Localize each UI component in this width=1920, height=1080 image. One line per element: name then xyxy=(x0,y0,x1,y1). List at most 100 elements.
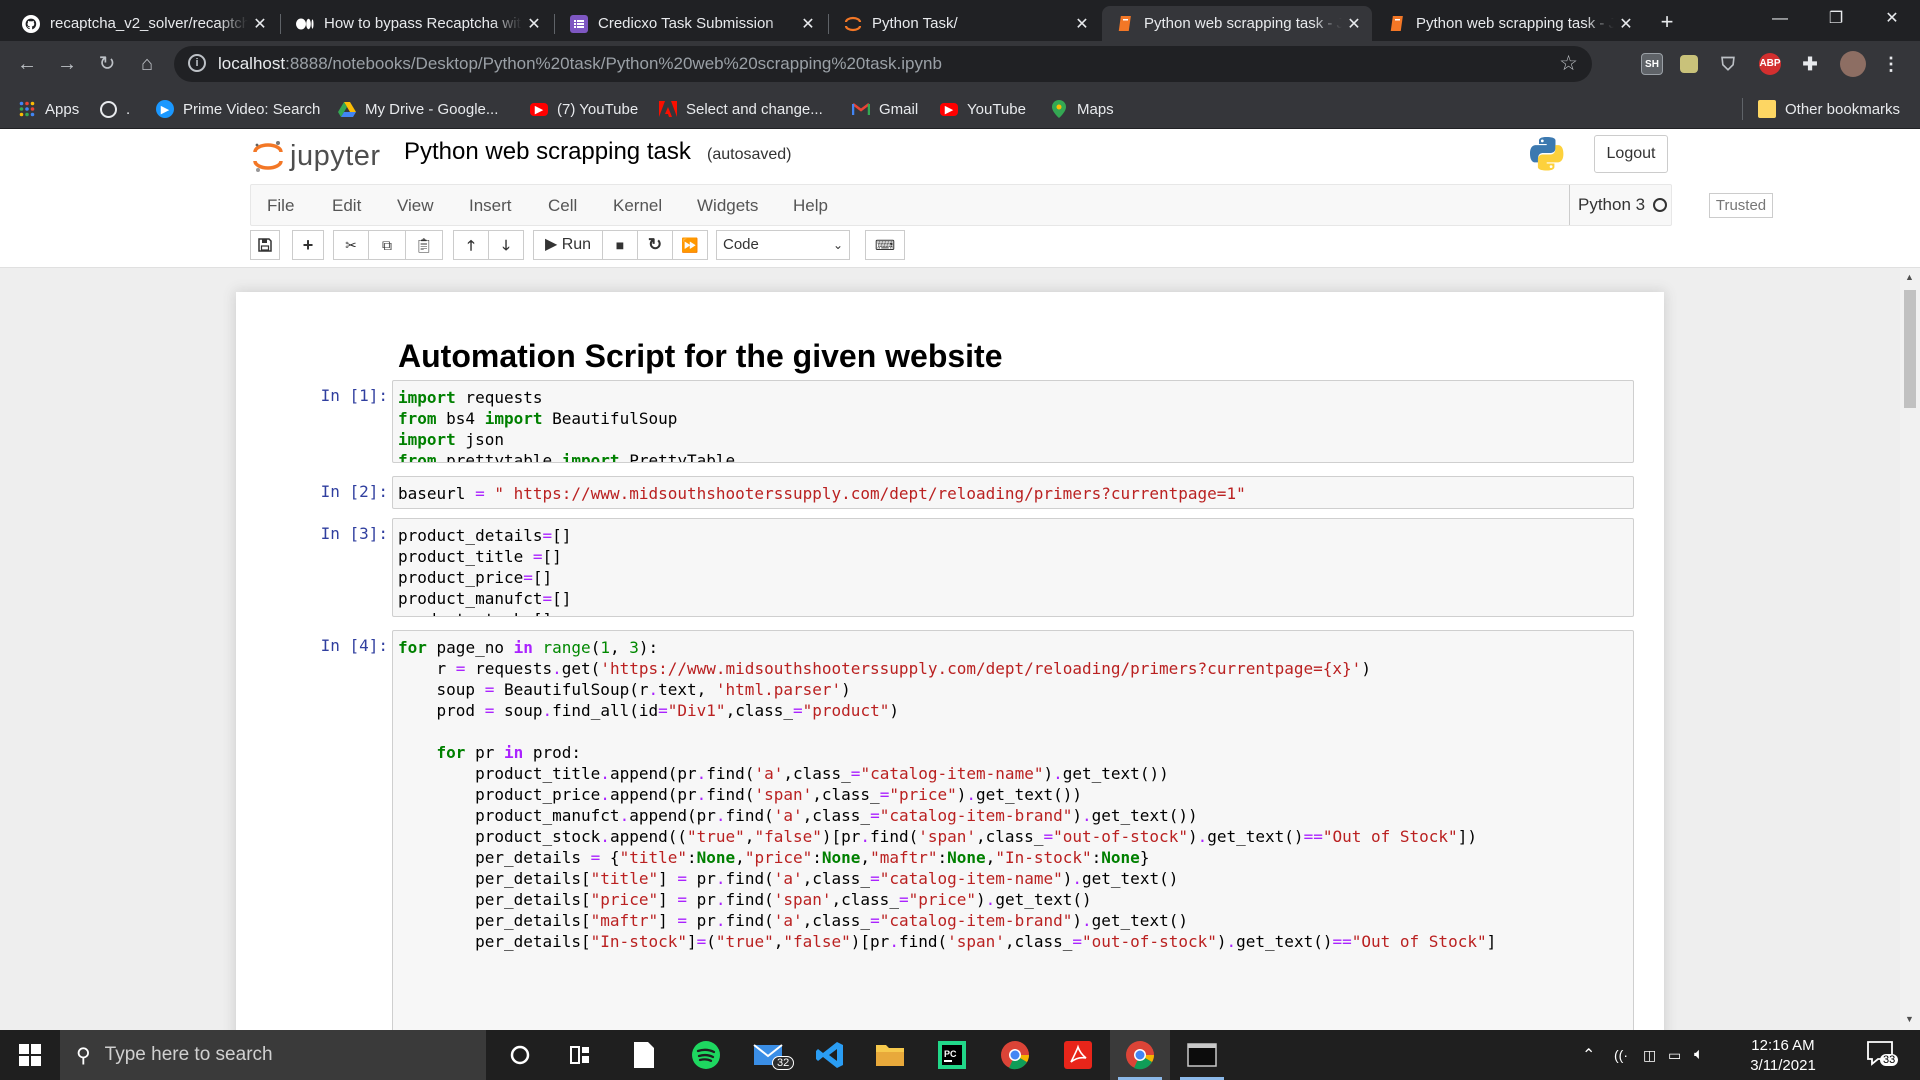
scroll-up-arrow-icon[interactable]: ▲ xyxy=(1905,272,1914,282)
restart-run-all-icon[interactable]: ⏩ xyxy=(672,230,708,260)
close-tab-icon[interactable]: ✕ xyxy=(522,14,546,34)
shield-extension-icon[interactable]: ⛉ xyxy=(1717,53,1739,75)
browser-tab[interactable]: How to bypass Recaptcha with ✕ xyxy=(282,6,552,41)
interrupt-stop-icon[interactable]: ■ xyxy=(602,230,638,260)
close-tab-icon[interactable]: ✕ xyxy=(248,14,272,34)
file-icon[interactable] xyxy=(614,1030,674,1080)
menu-insert[interactable]: Insert xyxy=(469,196,512,216)
code-cell[interactable]: product_details=[] product_title =[] pro… xyxy=(392,518,1634,617)
minimize-button[interactable]: — xyxy=(1752,0,1808,41)
restore-button[interactable]: ❐ xyxy=(1808,0,1864,41)
browser-tab-active[interactable]: Python web scrapping task - Ju ✕ xyxy=(1102,6,1372,41)
forward-arrow-icon[interactable]: → xyxy=(52,49,82,79)
adblock-plus-icon[interactable]: ABP xyxy=(1759,53,1781,75)
menu-edit[interactable]: Edit xyxy=(332,196,361,216)
vscode-icon[interactable] xyxy=(800,1030,860,1080)
bookmark-label: My Drive - Google... xyxy=(365,100,499,118)
file-explorer-icon[interactable] xyxy=(860,1030,920,1080)
close-tab-icon[interactable]: ✕ xyxy=(1614,14,1638,34)
autosave-status: (autosaved) xyxy=(707,146,792,163)
other-bookmarks[interactable]: Other bookmarks xyxy=(1758,98,1900,120)
new-tab-button[interactable]: + xyxy=(1653,8,1681,36)
cortana-icon[interactable] xyxy=(490,1030,550,1080)
trusted-badge[interactable]: Trusted xyxy=(1709,193,1773,218)
move-down-arrow-icon[interactable]: 🡓 xyxy=(488,230,524,260)
chrome-active-icon[interactable] xyxy=(1110,1030,1170,1080)
jupyter-logo[interactable]: jupyter xyxy=(252,139,381,173)
restart-icon[interactable]: ↻ xyxy=(637,230,673,260)
browser-tab[interactable]: Python Task/ ✕ xyxy=(830,6,1100,41)
terminal-icon[interactable] xyxy=(1172,1030,1232,1080)
copy-icon[interactable]: ⧉ xyxy=(368,230,406,260)
battery-icon[interactable]: ▭ xyxy=(1668,1030,1681,1080)
logout-button[interactable]: Logout xyxy=(1594,135,1668,173)
menu-kernel[interactable]: Kernel xyxy=(613,196,662,216)
close-tab-icon[interactable]: ✕ xyxy=(1342,14,1366,34)
code-cell[interactable]: for page_no in range(1, 3): r = requests… xyxy=(392,630,1634,1030)
extensions-puzzle-icon[interactable]: ✚ xyxy=(1799,53,1821,75)
taskbar-search-box[interactable]: ⚲ Type here to search xyxy=(60,1030,486,1080)
menu-help[interactable]: Help xyxy=(793,196,828,216)
browser-tab[interactable]: recaptcha_v2_solver/recaptcha ✕ xyxy=(8,6,278,41)
bookmark-google-drive[interactable]: My Drive - Google... xyxy=(338,98,498,120)
menu-file[interactable]: File xyxy=(267,196,294,216)
bookmark-gmail[interactable]: Gmail xyxy=(852,98,918,120)
browser-tab[interactable]: Python web scrapping task - Ju ✕ xyxy=(1374,6,1644,41)
bookmark-youtube[interactable]: ▶ YouTube xyxy=(940,98,1026,120)
acrobat-icon[interactable] xyxy=(1048,1030,1108,1080)
browser-tab[interactable]: Credicxo Task Submission ✕ xyxy=(556,6,826,41)
bookmark-maps[interactable]: Maps xyxy=(1050,98,1114,120)
reload-icon[interactable]: ↻ xyxy=(92,49,122,79)
close-tab-icon[interactable]: ✕ xyxy=(1070,14,1094,34)
insert-cell-plus-icon[interactable]: + xyxy=(292,230,324,260)
show-hidden-icons-chevron-icon[interactable]: ⌃ xyxy=(1582,1030,1595,1080)
menu-cell[interactable]: Cell xyxy=(548,196,577,216)
menu-widgets[interactable]: Widgets xyxy=(697,196,758,216)
task-view-icon[interactable] xyxy=(550,1030,610,1080)
notebook-title[interactable]: Python web scrapping task xyxy=(404,138,691,166)
wifi-icon[interactable]: ((· xyxy=(1614,1030,1628,1080)
code-cell[interactable]: import requests from bs4 import Beautifu… xyxy=(392,380,1634,463)
cell-prompt: In [3]: xyxy=(320,524,388,543)
bookmark-youtube-7[interactable]: ▶ (7) YouTube xyxy=(530,98,638,120)
volume-icon[interactable]: 🔈︎ xyxy=(1694,1030,1704,1080)
bookmark-apps[interactable]: Apps xyxy=(18,98,79,120)
taskbar-clock[interactable]: 12:16 AM 3/11/2021 xyxy=(1740,1036,1826,1076)
device-icon[interactable]: ◫ xyxy=(1643,1030,1656,1080)
mail-icon[interactable]: 32 xyxy=(740,1030,800,1080)
scroll-down-arrow-icon[interactable]: ▼ xyxy=(1905,1014,1914,1024)
kernel-name[interactable]: Python 3 xyxy=(1569,185,1645,225)
command-palette-keyboard-icon[interactable]: ⌨ xyxy=(865,230,905,260)
bookmark-globe[interactable]: . xyxy=(100,98,130,120)
site-info-icon[interactable]: i xyxy=(188,54,206,72)
close-window-button[interactable]: ✕ xyxy=(1864,0,1920,41)
cell-type-select[interactable]: Code ⌄ xyxy=(716,230,850,260)
chrome-menu-icon[interactable]: ⋮ xyxy=(1880,53,1902,75)
pycharm-icon[interactable]: PC xyxy=(922,1030,982,1080)
code-cell[interactable]: baseurl = " https://www.midsouthshooters… xyxy=(392,476,1634,509)
back-arrow-icon[interactable]: ← xyxy=(12,49,42,79)
run-button[interactable]: ▶ Run xyxy=(533,230,603,260)
move-up-arrow-icon[interactable]: 🡑 xyxy=(453,230,489,260)
bookmark-star-icon[interactable]: ☆ xyxy=(1559,51,1578,76)
bookmark-prime-video[interactable]: ▶ Prime Video: Search xyxy=(156,98,320,120)
scrollbar-thumb[interactable] xyxy=(1904,290,1916,408)
note-extension-icon[interactable] xyxy=(1680,55,1698,73)
spotify-icon[interactable] xyxy=(676,1030,736,1080)
windows-start-icon[interactable] xyxy=(0,1030,60,1080)
save-icon[interactable] xyxy=(250,230,280,260)
bookmark-label: Apps xyxy=(45,100,80,118)
profile-avatar[interactable] xyxy=(1840,51,1866,77)
chrome-icon[interactable] xyxy=(985,1030,1045,1080)
menu-view[interactable]: View xyxy=(397,196,434,216)
home-icon[interactable]: ⌂ xyxy=(132,49,162,79)
action-center-icon[interactable]: 33 xyxy=(1866,1040,1899,1070)
page-scrollbar[interactable]: ▲ ▼ xyxy=(1900,268,1920,1030)
close-tab-icon[interactable]: ✕ xyxy=(796,14,820,34)
cut-scissors-icon[interactable]: ✂ xyxy=(333,230,369,260)
sh-extension-icon[interactable]: SH xyxy=(1641,53,1663,75)
bookmark-adobe[interactable]: Select and change... xyxy=(659,98,823,120)
markdown-heading[interactable]: Automation Script for the given website xyxy=(398,338,1003,375)
paste-icon[interactable]: 📋︎ xyxy=(405,230,443,260)
address-bar[interactable]: i localhost:8888/notebooks/Desktop/Pytho… xyxy=(174,46,1592,82)
